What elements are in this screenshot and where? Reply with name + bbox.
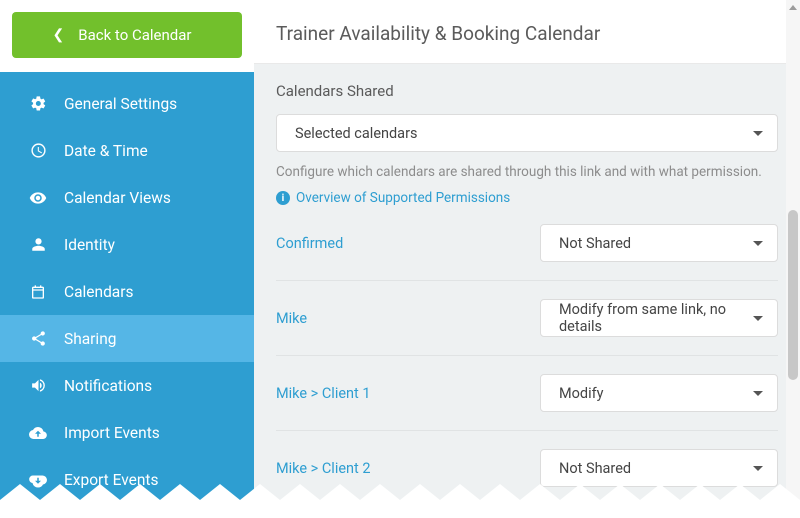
- permission-select[interactable]: Not Shared: [540, 449, 778, 487]
- sidebar-item-import-events[interactable]: Import Events: [0, 409, 254, 456]
- sidebar-item-label: Notifications: [64, 377, 152, 395]
- calendar-name[interactable]: Mike > Client 2: [276, 460, 371, 477]
- link-text: Overview of Supported Permissions: [296, 190, 510, 206]
- helper-text: Configure which calendars are shared thr…: [276, 164, 778, 180]
- permission-select[interactable]: Modify: [540, 374, 778, 412]
- select-value: Not Shared: [559, 460, 631, 477]
- calendar-row: Mike Modify from same link, no details: [276, 281, 778, 356]
- page-header: Trainer Availability & Booking Calendar: [254, 0, 800, 64]
- clock-icon: [28, 142, 48, 159]
- person-icon: [28, 237, 48, 252]
- vertical-scrollbar[interactable]: [786, 0, 800, 518]
- sidebar-item-general-settings[interactable]: General Settings: [0, 80, 254, 127]
- select-value: Modify: [559, 385, 604, 402]
- back-to-calendar-button[interactable]: ❮ Back to Calendar: [12, 12, 242, 58]
- calendar-name[interactable]: Mike: [276, 310, 307, 327]
- sidebar-item-calendar-views[interactable]: Calendar Views: [0, 174, 254, 221]
- permissions-overview-link[interactable]: i Overview of Supported Permissions: [276, 190, 778, 206]
- calendar-name[interactable]: Mike > Client 1: [276, 385, 371, 402]
- main-content: Calendars Shared Selected calendars Conf…: [254, 64, 800, 518]
- sidebar-item-identity[interactable]: Identity: [0, 221, 254, 268]
- sidebar-item-notifications[interactable]: Notifications: [0, 362, 254, 409]
- eye-icon: [28, 189, 48, 207]
- caret-down-icon: [753, 131, 763, 136]
- back-label: Back to Calendar: [78, 26, 191, 44]
- calendar-name[interactable]: Confirmed: [276, 235, 343, 252]
- permission-select[interactable]: Modify from same link, no details: [540, 299, 778, 337]
- sidebar-item-label: Import Events: [64, 424, 160, 442]
- caret-down-icon: [753, 391, 763, 396]
- calendar-row: Mike > Client 1 Modify: [276, 356, 778, 431]
- sidebar-item-label: General Settings: [64, 95, 177, 113]
- sidebar-item-label: Calendars: [64, 283, 134, 301]
- calendars-mode-select[interactable]: Selected calendars: [276, 114, 778, 152]
- sidebar-item-label: Sharing: [64, 330, 116, 348]
- scroll-down-button[interactable]: [786, 503, 800, 518]
- page-title: Trainer Availability & Booking Calendar: [276, 22, 800, 45]
- caret-down-icon: [753, 466, 763, 471]
- sidebar-item-calendars[interactable]: Calendars: [0, 268, 254, 315]
- sidebar-item-label: Date & Time: [64, 142, 148, 160]
- sidebar-item-sharing[interactable]: Sharing: [0, 315, 254, 362]
- scroll-up-button[interactable]: [786, 0, 800, 15]
- info-icon: i: [276, 191, 290, 205]
- sidebar-item-date-time[interactable]: Date & Time: [0, 127, 254, 174]
- share-icon: [28, 330, 48, 347]
- section-title: Calendars Shared: [276, 82, 778, 100]
- caret-down-icon: [753, 241, 763, 246]
- cloud-upload-icon: [28, 471, 48, 489]
- select-value: Selected calendars: [295, 125, 417, 142]
- sidebar-item-export-events[interactable]: Export Events: [0, 456, 254, 503]
- sidebar-item-label: Identity: [64, 236, 115, 254]
- calendar-row: Confirmed Not Shared: [276, 206, 778, 281]
- cloud-download-icon: [28, 424, 48, 442]
- scroll-thumb[interactable]: [788, 210, 798, 380]
- volume-icon: [28, 377, 48, 394]
- calendar-icon: [28, 284, 48, 300]
- calendar-row: Mike > Client 2 Not Shared: [276, 431, 778, 505]
- caret-down-icon: [753, 316, 763, 321]
- settings-sidebar: General Settings Date & Time Calendar Vi…: [0, 72, 254, 518]
- sidebar-item-label: Calendar Views: [64, 189, 171, 207]
- chevron-left-icon: ❮: [53, 27, 65, 43]
- gear-icon: [28, 95, 48, 112]
- sidebar-item-label: Export Events: [64, 471, 158, 489]
- select-value: Modify from same link, no details: [559, 301, 753, 335]
- permission-select[interactable]: Not Shared: [540, 224, 778, 262]
- select-value: Not Shared: [559, 235, 631, 252]
